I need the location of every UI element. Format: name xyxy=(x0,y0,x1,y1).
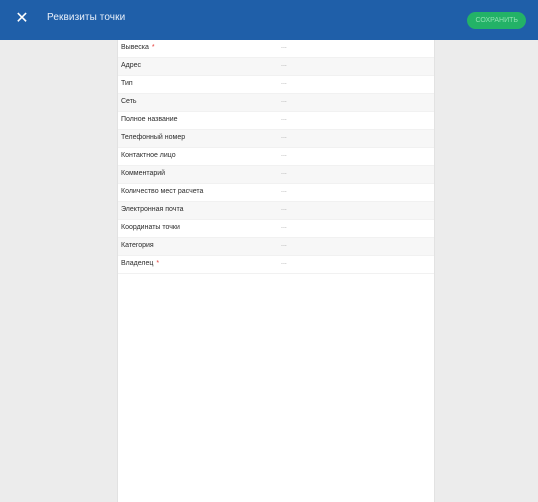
page-title: Реквизиты точки xyxy=(47,12,126,23)
field-label-phone: Телефонный номер xyxy=(121,134,186,141)
field-value-checkout-count[interactable]: ... xyxy=(281,187,287,194)
field-label-network: Сеть xyxy=(121,98,137,105)
field-value-address[interactable]: ... xyxy=(281,61,287,68)
required-marker: * xyxy=(151,44,155,51)
form-row-address[interactable]: Адрес ... xyxy=(118,58,434,76)
field-label-signboard: Вывеска * xyxy=(121,44,155,51)
field-value-type[interactable]: ... xyxy=(281,79,287,86)
field-value-email[interactable]: ... xyxy=(281,205,287,212)
field-value-phone[interactable]: ... xyxy=(281,133,287,140)
field-value-full-name[interactable]: ... xyxy=(281,115,287,122)
save-button[interactable]: СОХРАНИТЬ xyxy=(467,12,526,29)
form-row-type[interactable]: Тип ... xyxy=(118,76,434,94)
field-label-address: Адрес xyxy=(121,62,142,69)
form-row-signboard[interactable]: Вывеска * ... xyxy=(118,40,434,58)
field-value-signboard[interactable]: ... xyxy=(281,43,287,50)
field-label-type: Тип xyxy=(121,80,133,87)
field-label-comment: Комментарий xyxy=(121,170,166,177)
field-label-owner: Владелец * xyxy=(121,260,160,267)
field-label-full-name: Полное название xyxy=(121,116,178,123)
form-row-checkout-count[interactable]: Количество мест расчета ... xyxy=(118,184,434,202)
close-icon[interactable]: ✕ xyxy=(14,10,30,28)
form-row-phone[interactable]: Телефонный номер ... xyxy=(118,130,434,148)
app-window: ✕ Реквизиты точки СОХРАНИТЬ Вывеска * ...… xyxy=(0,0,538,502)
field-label-category: Категория xyxy=(121,242,154,249)
form-row-category[interactable]: Категория ... xyxy=(118,238,434,256)
form-row-full-name[interactable]: Полное название ... xyxy=(118,112,434,130)
required-marker: * xyxy=(156,260,160,267)
field-label-contact-person: Контактное лицо xyxy=(121,152,176,159)
field-value-category[interactable]: ... xyxy=(281,241,287,248)
form-row-email[interactable]: Электронная почта ... xyxy=(118,202,434,220)
field-value-comment[interactable]: ... xyxy=(281,169,287,176)
field-label-email: Электронная почта xyxy=(121,206,184,213)
field-label-checkout-count: Количество мест расчета xyxy=(121,188,204,195)
field-value-coordinates[interactable]: ... xyxy=(281,223,287,230)
header-bar: ✕ Реквизиты точки СОХРАНИТЬ xyxy=(0,0,538,40)
form-row-contact-person[interactable]: Контактное лицо ... xyxy=(118,148,434,166)
form-row-network[interactable]: Сеть ... xyxy=(118,94,434,112)
field-label-coordinates: Координаты точки xyxy=(121,224,180,231)
field-value-contact-person[interactable]: ... xyxy=(281,151,287,158)
form-row-coordinates[interactable]: Координаты точки ... xyxy=(118,220,434,238)
field-value-owner[interactable]: ... xyxy=(281,259,287,266)
form-row-owner[interactable]: Владелец * ... xyxy=(118,256,434,274)
form-panel: Вывеска * ... Адрес ... Тип ... Сеть ... … xyxy=(117,40,435,502)
form-row-comment[interactable]: Комментарий ... xyxy=(118,166,434,184)
field-value-network[interactable]: ... xyxy=(281,97,287,104)
